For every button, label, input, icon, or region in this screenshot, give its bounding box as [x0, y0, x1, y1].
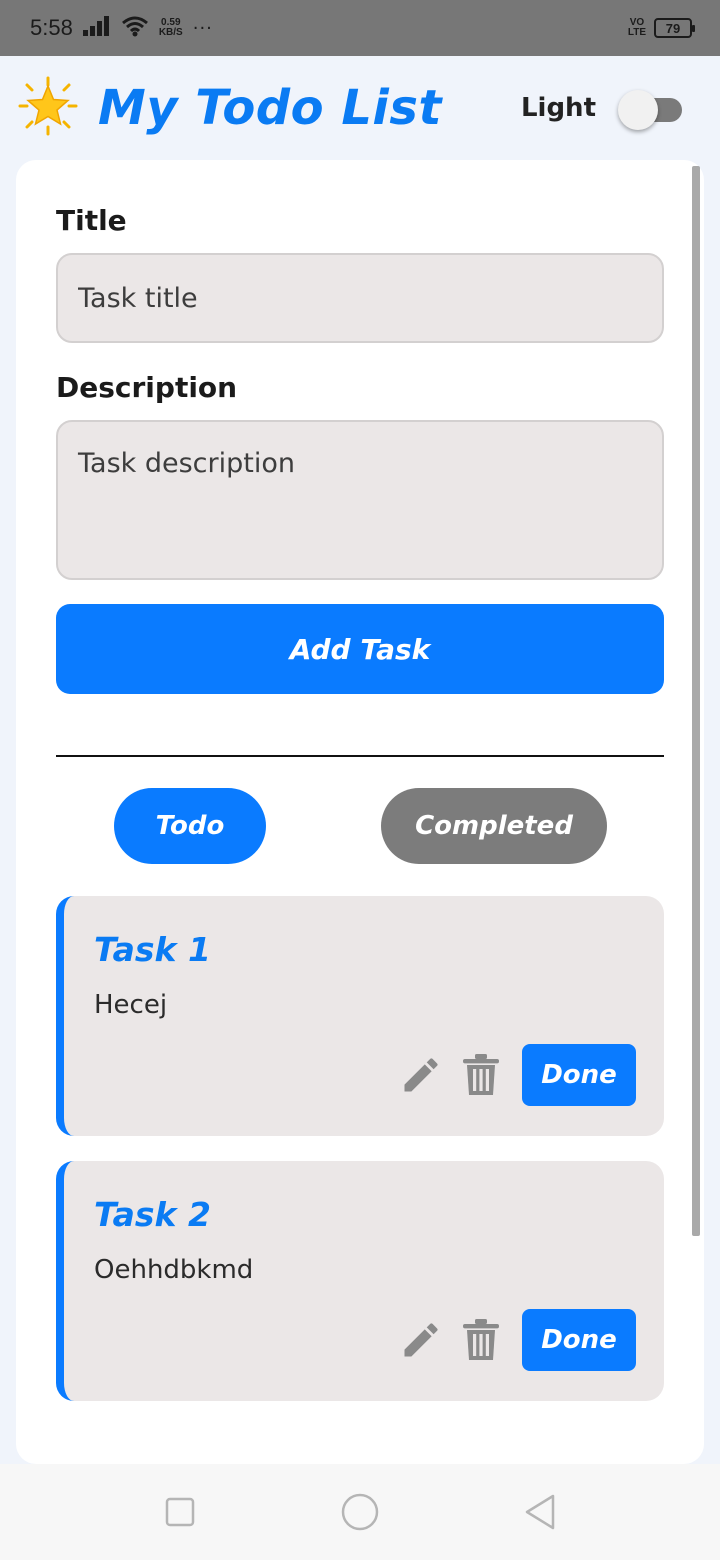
circle-icon[interactable] — [336, 1488, 384, 1536]
task-description: Hecej — [94, 990, 168, 1020]
description-input[interactable] — [56, 420, 664, 580]
volte-bottom: LTE — [627, 27, 646, 38]
divider — [56, 755, 664, 757]
network-speed-unit: KB/S — [158, 27, 183, 38]
more-notifications-icon: ··· — [192, 17, 213, 39]
status-bar: 5:58 0.59 KB/S ··· VO LTE 79 — [0, 0, 720, 56]
task-card: Task 2 Oehhdbkmd Done — [56, 1161, 664, 1401]
done-button[interactable]: Done — [522, 1309, 636, 1371]
task-actions: Done — [398, 1309, 636, 1371]
theme-toggle[interactable] — [618, 88, 684, 130]
wifi-icon — [121, 15, 149, 41]
task-description: Oehhdbkmd — [94, 1255, 254, 1285]
theme-control: Light — [520, 88, 684, 130]
task-actions: Done — [398, 1044, 636, 1106]
trash-icon[interactable] — [458, 1317, 504, 1363]
done-button[interactable]: Done — [522, 1044, 636, 1106]
brand: My Todo List — [18, 76, 442, 140]
trash-icon[interactable] — [458, 1052, 504, 1098]
title-label: Title — [56, 204, 127, 237]
status-bar-right: VO LTE 79 — [628, 18, 695, 38]
status-time: 5:58 — [30, 15, 73, 40]
network-speed: 0.59 KB/S — [159, 18, 183, 38]
task-card: Task 1 Hecej Done — [56, 896, 664, 1136]
scrollbar[interactable] — [692, 166, 700, 1236]
tab-todo[interactable]: Todo — [114, 788, 266, 864]
status-bar-left: 5:58 0.59 KB/S ··· — [30, 15, 213, 41]
volte-icon: VO LTE — [628, 18, 646, 38]
battery-level: 79 — [665, 20, 681, 36]
task-title: Task 2 — [94, 1195, 211, 1234]
title-input[interactable] — [56, 253, 664, 343]
square-icon[interactable] — [156, 1488, 204, 1536]
theme-toggle-thumb — [618, 90, 658, 130]
triangle-back-icon[interactable] — [516, 1488, 564, 1536]
battery-icon: 79 — [654, 18, 695, 38]
task-title: Task 1 — [94, 930, 211, 969]
edit-icon[interactable] — [398, 1052, 444, 1098]
app-header: My Todo List Light — [0, 56, 720, 160]
edit-icon[interactable] — [398, 1317, 444, 1363]
app-title: My Todo List — [98, 80, 442, 136]
description-label: Description — [56, 371, 238, 404]
star-icon — [18, 76, 78, 140]
signal-icon — [82, 16, 111, 40]
add-task-button[interactable]: Add Task — [56, 604, 664, 694]
theme-label: Light — [520, 93, 596, 123]
tab-completed[interactable]: Completed — [381, 788, 607, 864]
system-nav-bar — [0, 1464, 720, 1560]
